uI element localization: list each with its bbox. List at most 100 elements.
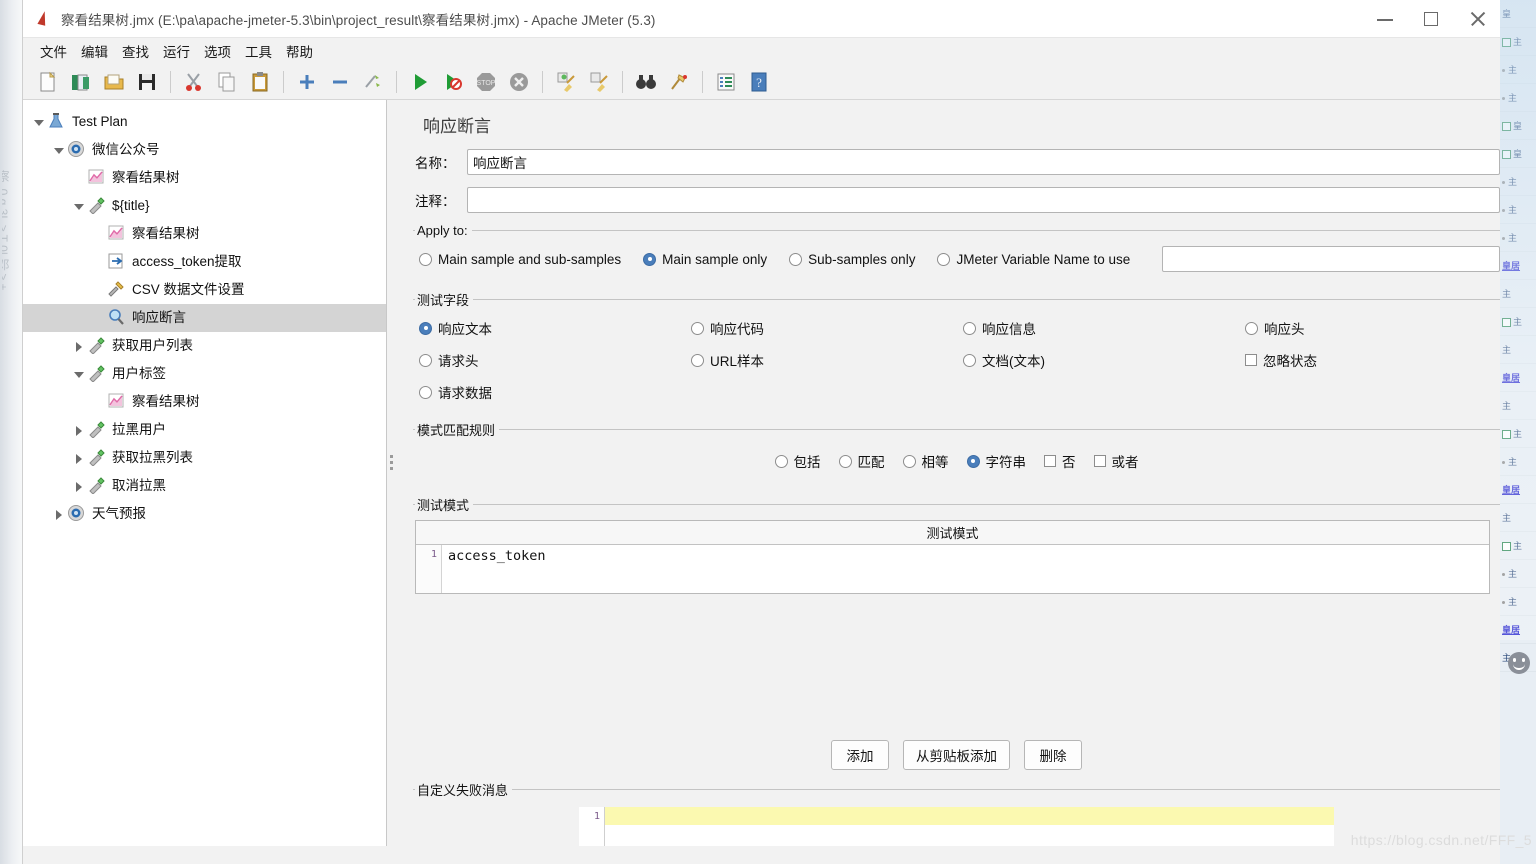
- test-field-option[interactable]: 响应代码: [691, 318, 963, 338]
- menu-item-运行[interactable]: 运行: [156, 39, 197, 63]
- minimize-button[interactable]: [1362, 0, 1408, 38]
- tree-node[interactable]: 获取拉黑列表: [23, 444, 386, 472]
- maximize-button[interactable]: [1408, 0, 1454, 38]
- radio-indicator[interactable]: [419, 322, 432, 335]
- test-field-option[interactable]: 请求头: [419, 350, 691, 370]
- save-floppy-icon[interactable]: [132, 67, 162, 97]
- radio-indicator[interactable]: [903, 455, 916, 468]
- tree-node[interactable]: 察看结果树: [23, 220, 386, 248]
- menu-item-文件[interactable]: 文件: [33, 39, 74, 63]
- tree-node[interactable]: 获取用户列表: [23, 332, 386, 360]
- test-patterns-table[interactable]: 测试模式 1 access_token: [415, 520, 1490, 594]
- pattern-button[interactable]: 删除: [1024, 740, 1082, 770]
- radio-indicator[interactable]: [937, 253, 950, 266]
- pattern-button[interactable]: 从剪贴板添加: [903, 740, 1010, 770]
- apply-to-option[interactable]: JMeter Variable Name to use: [937, 252, 1130, 267]
- failure-message-editor[interactable]: 1: [579, 807, 1334, 846]
- radio-indicator[interactable]: [1245, 322, 1258, 335]
- menu-item-工具[interactable]: 工具: [238, 39, 279, 63]
- menu-item-选项[interactable]: 选项: [197, 39, 238, 63]
- open-folder-icon[interactable]: [99, 67, 129, 97]
- start-play-icon[interactable]: [405, 67, 435, 97]
- reset-search-broom-icon[interactable]: [664, 67, 694, 97]
- radio-indicator[interactable]: [419, 253, 432, 266]
- tree-node[interactable]: 响应断言: [23, 304, 386, 332]
- name-input[interactable]: [467, 149, 1500, 175]
- test-pattern-cell[interactable]: access_token: [442, 545, 1489, 593]
- tree-node[interactable]: access_token提取: [23, 248, 386, 276]
- radio-indicator[interactable]: [691, 354, 704, 367]
- test-field-option[interactable]: 忽略状态: [1245, 350, 1500, 370]
- close-button[interactable]: [1454, 0, 1500, 38]
- tree-node[interactable]: Test Plan: [23, 108, 386, 136]
- radio-indicator[interactable]: [691, 322, 704, 335]
- copy-pages-icon[interactable]: [212, 67, 242, 97]
- test-plan-tree-pane[interactable]: Test Plan微信公众号察看结果树${title}察看结果树access_t…: [23, 100, 387, 846]
- tree-twisty-right-icon[interactable]: [71, 332, 87, 360]
- tree-node[interactable]: 取消拉黑: [23, 472, 386, 500]
- checkbox-indicator[interactable]: [1044, 455, 1056, 467]
- tree-twisty-right-icon[interactable]: [71, 416, 87, 444]
- clear-all-broom-icon[interactable]: [584, 67, 614, 97]
- radio-indicator[interactable]: [963, 322, 976, 335]
- pattern-rule-option[interactable]: 包括: [775, 451, 821, 471]
- function-helper-icon[interactable]: [711, 67, 741, 97]
- clear-broom-icon[interactable]: [551, 67, 581, 97]
- pattern-rule-option[interactable]: 或者: [1094, 451, 1139, 471]
- apply-to-option[interactable]: Sub-samples only: [789, 252, 915, 267]
- radio-indicator[interactable]: [643, 253, 656, 266]
- radio-indicator[interactable]: [419, 354, 432, 367]
- cut-scissors-icon[interactable]: [179, 67, 209, 97]
- tree-twisty-down-icon[interactable]: [71, 192, 87, 220]
- expand-plus-icon[interactable]: [292, 67, 322, 97]
- test-patterns-row[interactable]: 1 access_token: [416, 545, 1489, 593]
- toggle-element-icon[interactable]: [358, 67, 388, 97]
- test-field-option[interactable]: 响应头: [1245, 318, 1500, 338]
- radio-indicator[interactable]: [839, 455, 852, 468]
- radio-indicator[interactable]: [963, 354, 976, 367]
- checkbox-indicator[interactable]: [1094, 455, 1106, 467]
- test-field-option[interactable]: URL样本: [691, 350, 963, 370]
- jmeter-variable-name-input[interactable]: [1162, 246, 1500, 272]
- tree-twisty-down-icon[interactable]: [51, 136, 67, 164]
- test-field-option[interactable]: 请求数据: [419, 382, 691, 402]
- paste-clipboard-icon[interactable]: [245, 67, 275, 97]
- tree-node[interactable]: 察看结果树: [23, 164, 386, 192]
- test-field-option[interactable]: 响应文本: [419, 318, 691, 338]
- tree-node[interactable]: ${title}: [23, 192, 386, 220]
- apply-to-option[interactable]: Main sample only: [643, 252, 767, 267]
- pattern-rule-option[interactable]: 字符串: [967, 451, 1027, 471]
- apply-to-option[interactable]: Main sample and sub-samples: [419, 252, 621, 267]
- collapse-minus-icon[interactable]: [325, 67, 355, 97]
- tree-node[interactable]: 天气预报: [23, 500, 386, 528]
- pattern-button[interactable]: 添加: [831, 740, 889, 770]
- comment-input[interactable]: [467, 187, 1500, 213]
- tree-node[interactable]: 拉黑用户: [23, 416, 386, 444]
- tree-twisty-down-icon[interactable]: [71, 360, 87, 388]
- pattern-rule-option[interactable]: 匹配: [839, 451, 885, 471]
- radio-indicator[interactable]: [789, 253, 802, 266]
- radio-indicator[interactable]: [967, 455, 980, 468]
- tree-twisty-down-icon[interactable]: [31, 108, 47, 136]
- vertical-splitter[interactable]: [387, 100, 396, 846]
- failure-message-input[interactable]: [605, 807, 1334, 846]
- new-document-icon[interactable]: [33, 67, 63, 97]
- tree-twisty-right-icon[interactable]: [71, 472, 87, 500]
- templates-icon[interactable]: [66, 67, 96, 97]
- tree-node[interactable]: CSV 数据文件设置: [23, 276, 386, 304]
- test-field-option[interactable]: 响应信息: [963, 318, 1245, 338]
- shutdown-icon[interactable]: [504, 67, 534, 97]
- stop-sign-icon[interactable]: STOP: [471, 67, 501, 97]
- pattern-rule-option[interactable]: 否: [1044, 451, 1076, 471]
- test-field-option[interactable]: 文档(文本): [963, 350, 1245, 370]
- tree-node[interactable]: 微信公众号: [23, 136, 386, 164]
- menu-item-帮助[interactable]: 帮助: [279, 39, 320, 63]
- checkbox-indicator[interactable]: [1245, 354, 1257, 366]
- help-question-icon[interactable]: ?: [744, 67, 774, 97]
- search-binoculars-icon[interactable]: [631, 67, 661, 97]
- start-no-pauses-icon[interactable]: [438, 67, 468, 97]
- tree-node[interactable]: 用户标签: [23, 360, 386, 388]
- tree-twisty-right-icon[interactable]: [51, 500, 67, 528]
- menu-item-编辑[interactable]: 编辑: [74, 39, 115, 63]
- radio-indicator[interactable]: [419, 386, 432, 399]
